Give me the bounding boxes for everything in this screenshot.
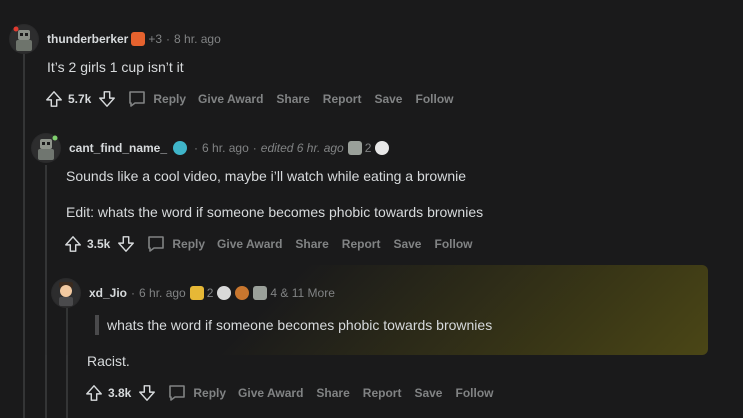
vote-count: 3.8k [108, 386, 132, 400]
comment-header: cant_find_name_ · 6 hr. ago · edited 6 h… [31, 133, 390, 163]
reply-label: Reply [153, 92, 187, 106]
timestamp[interactable]: 6 hr. ago [202, 141, 249, 155]
downvote-icon[interactable] [116, 234, 136, 254]
karma-badge: +3 [148, 32, 163, 46]
username[interactable]: cant_find_name_ [69, 141, 167, 155]
username[interactable]: thunderberker [47, 32, 128, 46]
action-bar: 5.7k Reply Give Award Share Report Save … [44, 87, 466, 111]
reply-label: Reply [193, 386, 227, 400]
timestamp[interactable]: 6 hr. ago [139, 286, 186, 300]
action-bar: 3.8k Reply Give Award Share Report Save … [84, 381, 506, 405]
upvote-icon[interactable] [63, 234, 83, 254]
vote-count: 5.7k [68, 92, 92, 106]
fire-flair-icon [131, 32, 146, 46]
comment-bubble-icon [129, 91, 146, 107]
award-hat-icon[interactable] [217, 286, 232, 300]
comment-body-line-1: Sounds like a cool video, maybe i’ll wat… [66, 168, 466, 184]
share-button[interactable]: Share [295, 237, 328, 251]
award-face-icon[interactable] [375, 141, 390, 155]
report-button[interactable]: Report [363, 386, 402, 400]
save-button[interactable]: Save [374, 92, 402, 106]
follow-button[interactable]: Follow [434, 237, 472, 251]
downvote-icon[interactable] [97, 89, 117, 109]
award-brownie-icon[interactable] [235, 286, 250, 300]
avatar[interactable] [9, 24, 39, 54]
comment-body-line-2: Edit: whats the word if someone becomes … [66, 204, 484, 220]
comment-header: thunderberker +3 · 8 hr. ago [9, 24, 221, 54]
upvote-icon[interactable] [84, 383, 104, 403]
award-count: 2 [364, 141, 372, 155]
quoted-text: whats the word if someone becomes phobic… [95, 315, 492, 335]
robot-avatar-icon [32, 134, 60, 162]
downvote-icon[interactable] [137, 383, 157, 403]
report-button[interactable]: Report [323, 92, 362, 106]
reply-button[interactable]: Reply [146, 234, 205, 254]
comment-bubble-icon [148, 236, 165, 252]
give-award-button[interactable]: Give Award [238, 386, 303, 400]
separator-dot: · [252, 141, 257, 155]
reply-button[interactable]: Reply [167, 383, 226, 403]
comment-header: xd_Jio · 6 hr. ago 2 4 & 11 More [51, 278, 335, 308]
comment-body: It’s 2 girls 1 cup isn’t it [47, 59, 184, 75]
save-button[interactable]: Save [414, 386, 442, 400]
give-award-button[interactable]: Give Award [217, 237, 282, 251]
award-icon[interactable] [347, 141, 362, 155]
avatar[interactable] [31, 133, 61, 163]
separator-dot: · [194, 141, 199, 155]
report-button[interactable]: Report [342, 237, 381, 251]
follow-button[interactable]: Follow [415, 92, 453, 106]
save-button[interactable]: Save [393, 237, 421, 251]
award-icon[interactable] [253, 286, 268, 300]
avatar[interactable] [51, 278, 81, 308]
share-button[interactable]: Share [316, 386, 349, 400]
timestamp[interactable]: 8 hr. ago [174, 32, 221, 46]
follow-button[interactable]: Follow [455, 386, 493, 400]
share-button[interactable]: Share [276, 92, 309, 106]
reply-button[interactable]: Reply [127, 89, 186, 109]
comment-body: Racist. [87, 353, 130, 369]
vote-count: 3.5k [87, 237, 111, 251]
gold-award-icon[interactable] [189, 286, 204, 300]
more-awards[interactable]: 4 & 11 More [270, 286, 334, 300]
person-avatar-icon [52, 279, 80, 307]
action-bar: 3.5k Reply Give Award Share Report Save … [63, 232, 485, 256]
highlighted-comment-background [40, 265, 708, 355]
award-count: 2 [206, 286, 214, 300]
edited-label: edited 6 hr. ago [260, 141, 344, 155]
separator-dot: · [131, 286, 136, 300]
reply-label: Reply [172, 237, 206, 251]
give-award-button[interactable]: Give Award [198, 92, 263, 106]
separator-dot: · [166, 32, 171, 46]
upvote-icon[interactable] [44, 89, 64, 109]
globe-flair-icon [173, 141, 188, 155]
username[interactable]: xd_Jio [89, 286, 127, 300]
comment-bubble-icon [169, 385, 186, 401]
thread-line-root[interactable] [23, 52, 25, 418]
robot-avatar-icon [10, 25, 38, 53]
